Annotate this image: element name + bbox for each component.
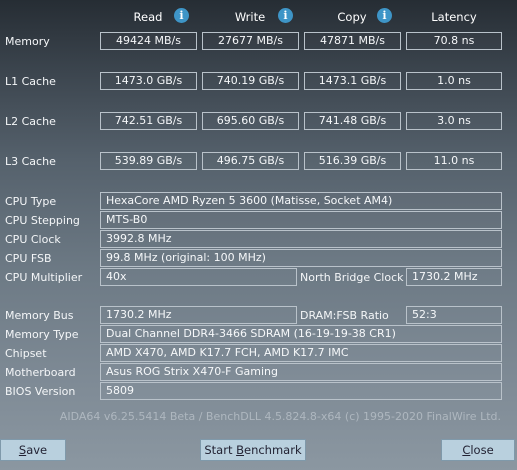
cpu-multiplier-value: 40x [100,268,297,286]
memory-copy-value: 47871 MB/s [304,32,401,50]
cpu-stepping-label: CPU Stepping [5,214,80,227]
cpu-clock-label: CPU Clock [5,233,61,246]
header-latency: Latency [431,10,477,24]
benchmark-accel: B [236,443,244,457]
row-label: L1 Cache [5,75,56,88]
copyright-text: AIDA64 v6.25.5414 Beta / BenchDLL 4.5.82… [59,410,501,423]
motherboard-value: Asus ROG Strix X470-F Gaming [100,363,502,381]
dram-fsb-ratio-label: DRAM:FSB Ratio [300,309,389,322]
cpu-fsb-label: CPU FSB [5,252,52,265]
cpu-fsb-value: 99.8 MHz (original: 100 MHz) [100,249,502,267]
memory-latency-value: 70.8 ns [406,32,502,50]
save-button[interactable]: Save [0,439,66,461]
cpu-clock-value: 3992.8 MHz [100,230,502,248]
bios-version-label: BIOS Version [5,385,76,398]
motherboard-label: Motherboard [5,366,76,379]
l1-copy-value: 1473.1 GB/s [304,72,401,90]
l3-write-value: 496.75 GB/s [202,152,299,170]
benchmark-label-rest: enchmark [244,443,302,457]
north-bridge-clock-value: 1730.2 MHz [406,268,502,286]
memory-type-label: Memory Type [5,328,79,341]
info-icon[interactable]: i [174,8,189,23]
start-benchmark-button[interactable]: Start Benchmark [200,439,306,461]
row-label: L3 Cache [5,155,56,168]
l1-latency-value: 1.0 ns [406,72,502,90]
chipset-value: AMD X470, AMD K17.7 FCH, AMD K17.7 IMC [100,344,502,362]
row-label: Memory [5,35,50,48]
benchmark-label-pre: Start [204,443,237,457]
memory-bus-value: 1730.2 MHz [100,306,297,324]
cpu-multiplier-label: CPU Multiplier [5,271,83,284]
l1-write-value: 740.19 GB/s [202,72,299,90]
l1-read-value: 1473.0 GB/s [100,72,197,90]
l2-copy-value: 741.48 GB/s [304,112,401,130]
l2-latency-value: 3.0 ns [406,112,502,130]
l3-copy-value: 516.39 GB/s [304,152,401,170]
memory-type-value: Dual Channel DDR4-3466 SDRAM (16-19-19-3… [100,325,502,343]
l3-read-value: 539.89 GB/s [100,152,197,170]
l3-latency-value: 11.0 ns [406,152,502,170]
save-label-rest: ave [26,443,48,457]
cpu-type-value: HexaCore AMD Ryzen 5 3600 (Matisse, Sock… [100,192,502,210]
close-label-rest: lose [470,443,494,457]
memory-bus-label: Memory Bus [5,309,74,322]
memory-write-value: 27677 MB/s [202,32,299,50]
memory-read-value: 49424 MB/s [100,32,197,50]
info-icon[interactable]: i [278,8,293,23]
row-label: L2 Cache [5,115,56,128]
north-bridge-clock-label: North Bridge Clock [300,271,404,284]
close-button[interactable]: Close [441,439,515,461]
l2-write-value: 695.60 GB/s [202,112,299,130]
chipset-label: Chipset [5,347,47,360]
cpu-stepping-value: MTS-B0 [100,211,502,229]
l2-read-value: 742.51 GB/s [100,112,197,130]
cpu-type-label: CPU Type [5,195,57,208]
bios-version-value: 5809 [100,382,502,400]
dram-fsb-ratio-value: 52:3 [406,306,502,324]
info-icon[interactable]: i [377,8,392,23]
